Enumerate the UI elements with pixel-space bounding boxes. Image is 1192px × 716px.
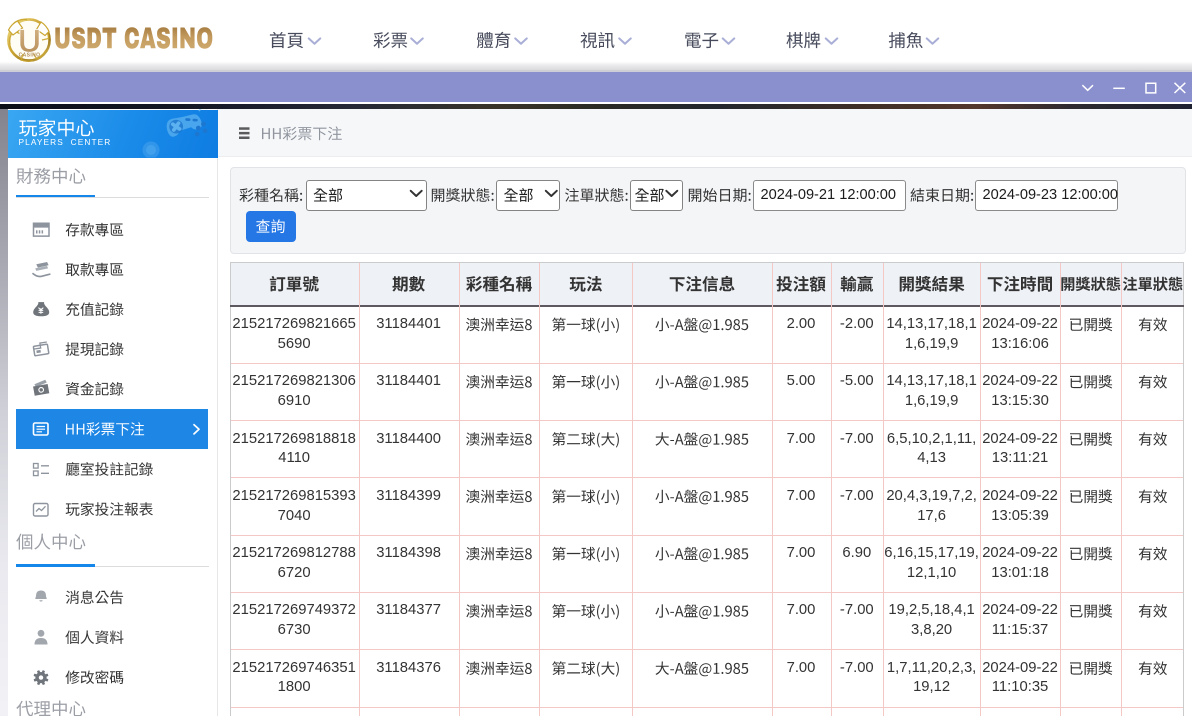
svg-text:CASINO: CASINO: [19, 53, 41, 59]
